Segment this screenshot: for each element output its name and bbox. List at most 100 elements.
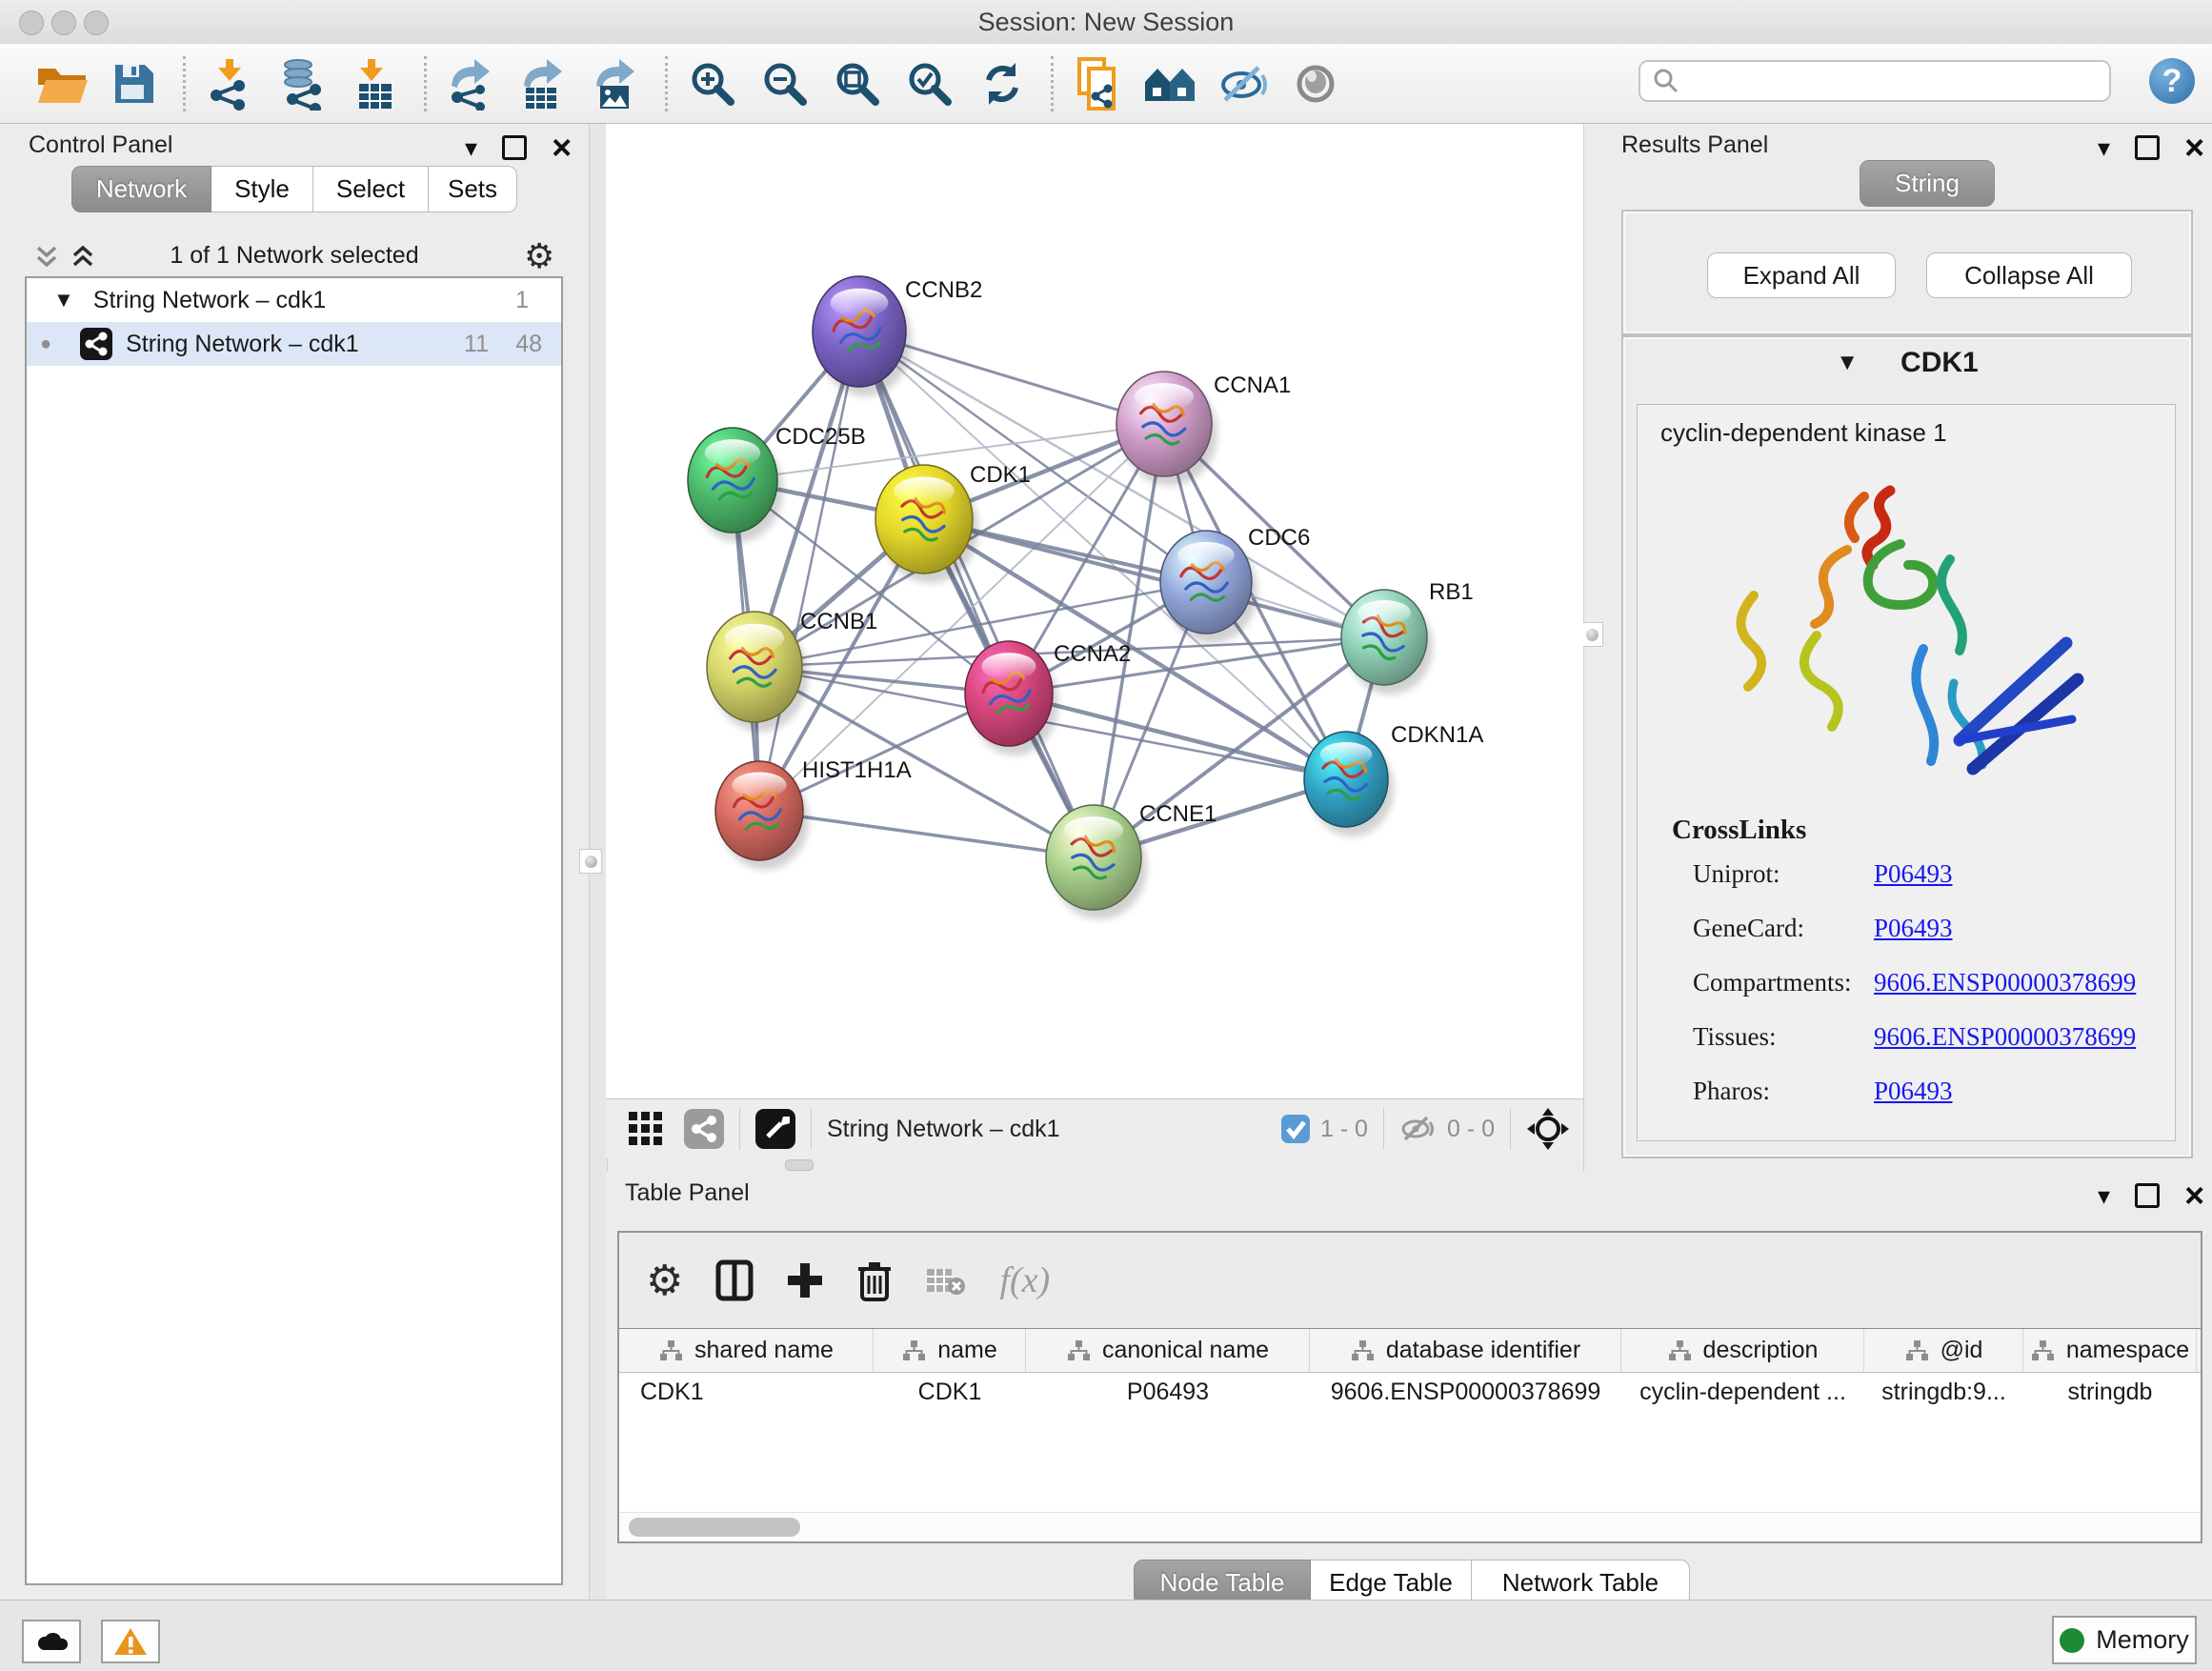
results-panel-close-icon[interactable]: ×: [2184, 138, 2204, 157]
zoom-selected-icon[interactable]: [900, 53, 959, 114]
add-column-icon[interactable]: [786, 1261, 824, 1299]
network-canvas[interactable]: CCNB2CCNA1CDC25BCDK1CDC6RB1CCNB1CCNA2CDK…: [606, 124, 1583, 1098]
gene-description: cyclin-dependent kinase 1: [1660, 418, 1947, 448]
birdseye-view-icon[interactable]: [755, 1109, 795, 1149]
crosslink-link[interactable]: P06493: [1874, 1077, 1953, 1106]
network-grid-view-icon[interactable]: [627, 1110, 665, 1148]
network-node-RB1[interactable]: [1341, 590, 1433, 695]
table-horizontal-scrollbar[interactable]: [619, 1512, 2201, 1541]
export-network-icon[interactable]: [442, 53, 501, 114]
table-settings-gear-icon[interactable]: ⚙: [646, 1257, 683, 1305]
expand-all-button[interactable]: Expand All: [1707, 252, 1896, 298]
network-share-view-icon[interactable]: [684, 1109, 724, 1149]
network-node-CCNB1[interactable]: [707, 612, 808, 732]
scrollbar-thumb[interactable]: [629, 1518, 800, 1537]
warning-status-button[interactable]: [101, 1620, 160, 1663]
import-network-file-icon[interactable]: [201, 53, 260, 114]
crosslink-row: GeneCard:P06493: [1693, 914, 2175, 943]
cell--id[interactable]: stringdb:9...: [1864, 1371, 2023, 1414]
fit-selected-crosshair-icon[interactable]: [1526, 1107, 1570, 1151]
control-panel-maximize-icon[interactable]: [502, 135, 527, 160]
results-panel-float-icon[interactable]: ▾: [2098, 138, 2110, 157]
show-results-eye-icon[interactable]: [1286, 53, 1345, 114]
gene-collapse-icon[interactable]: ▼: [1836, 350, 1859, 376]
show-columns-icon[interactable]: [715, 1259, 754, 1301]
hide-results-eye-icon[interactable]: [1214, 53, 1273, 114]
gene-name: CDK1: [1900, 347, 1979, 379]
node-label-CCNA2: CCNA2: [1054, 641, 1131, 667]
crosslink-link[interactable]: 9606.ENSP00000378699: [1874, 968, 2136, 997]
table-panel: Table Panel ▾ × ⚙ f(x) shared namenameca…: [606, 1172, 2212, 1600]
tab-select[interactable]: Select: [313, 166, 429, 212]
table-row[interactable]: CDK1CDK1P064939606.ENSP00000378699cyclin…: [619, 1371, 2201, 1414]
network-node-CDK1[interactable]: [875, 465, 978, 583]
network-options-gear-icon[interactable]: ⚙: [524, 236, 554, 276]
cell-canonical-name[interactable]: P06493: [1026, 1371, 1310, 1414]
cell-shared-name[interactable]: CDK1: [619, 1371, 874, 1414]
zoom-out-icon[interactable]: [755, 53, 814, 114]
network-node-CCNA2[interactable]: [965, 641, 1058, 755]
crosslink-link[interactable]: P06493: [1874, 859, 1953, 889]
network-collection-row[interactable]: ▼ String Network – cdk1 1: [27, 278, 561, 322]
open-session-icon[interactable]: [32, 53, 91, 114]
column-header-label: @id: [1941, 1337, 1983, 1364]
import-network-database-icon[interactable]: [273, 53, 332, 114]
network-edge-count: 48: [515, 331, 542, 358]
help-icon[interactable]: ?: [2149, 58, 2195, 104]
delete-column-icon[interactable]: [856, 1259, 893, 1301]
refresh-icon[interactable]: [973, 53, 1032, 114]
tab-style[interactable]: Style: [211, 166, 313, 212]
results-panel-divider-handle[interactable]: [1580, 622, 1603, 647]
crosslink-link[interactable]: P06493: [1874, 914, 1953, 943]
table-panel-close-icon[interactable]: ×: [2184, 1186, 2204, 1205]
control-panel-close-icon[interactable]: ×: [552, 138, 572, 157]
results-panel-divider[interactable]: [1583, 124, 1612, 1172]
save-session-icon[interactable]: [105, 53, 164, 114]
network-node-CCNB2[interactable]: [813, 276, 912, 396]
crosslink-link[interactable]: 9606.ENSP00000378699: [1874, 1022, 2136, 1052]
network-node-CCNE1[interactable]: [1046, 805, 1147, 919]
table-panel-divider-handle[interactable]: [785, 1159, 814, 1171]
table-panel-float-icon[interactable]: ▾: [2098, 1186, 2110, 1205]
crosslink-row: Compartments:9606.ENSP00000378699: [1693, 968, 2175, 997]
string-home-icon[interactable]: [1141, 53, 1200, 114]
column-header-description[interactable]: description: [1621, 1329, 1864, 1372]
selected-checkbox-icon[interactable]: [1280, 1114, 1311, 1144]
cell-namespace[interactable]: stringdb: [2023, 1371, 2197, 1414]
collection-expand-icon[interactable]: ▼: [53, 288, 74, 312]
column-header-database-identifier[interactable]: database identifier: [1310, 1329, 1621, 1372]
tab-sets[interactable]: Sets: [429, 166, 517, 212]
node-label-CDK1: CDK1: [970, 462, 1031, 488]
network-node-CDC25B[interactable]: [688, 428, 783, 542]
results-panel-maximize-icon[interactable]: [2135, 135, 2160, 160]
tab-string[interactable]: String: [1860, 160, 1995, 207]
network-node-CCNA1[interactable]: [1116, 372, 1217, 486]
export-table-icon[interactable]: [514, 53, 573, 114]
network-node-CDC6[interactable]: [1160, 531, 1257, 643]
protein-structure-image: [1704, 462, 2104, 805]
export-image-icon[interactable]: [587, 53, 646, 114]
zoom-in-icon[interactable]: [683, 53, 742, 114]
control-panel-float-icon[interactable]: ▾: [465, 138, 477, 157]
cell-database-identifier[interactable]: 9606.ENSP00000378699: [1310, 1371, 1621, 1414]
memory-button[interactable]: Memory: [2052, 1616, 2197, 1664]
control-panel-divider-handle[interactable]: [579, 849, 602, 874]
column-header-namespace[interactable]: namespace: [2023, 1329, 2197, 1372]
table-panel-maximize-icon[interactable]: [2135, 1183, 2160, 1208]
collapse-all-button[interactable]: Collapse All: [1926, 252, 2132, 298]
zoom-fit-icon[interactable]: [828, 53, 887, 114]
column-header-shared-name[interactable]: shared name: [619, 1329, 874, 1372]
tab-network[interactable]: Network: [71, 166, 211, 212]
network-node-CDKN1A[interactable]: [1304, 732, 1394, 836]
network-row[interactable]: ● String Network – cdk1 11 48: [27, 322, 561, 366]
column-header--id[interactable]: @id: [1864, 1329, 2023, 1372]
table-toolbar: ⚙ f(x): [619, 1233, 2201, 1328]
import-table-file-icon[interactable]: [346, 53, 405, 114]
search-input[interactable]: [1639, 60, 2111, 102]
share-document-icon[interactable]: [1069, 53, 1128, 114]
cell-name[interactable]: CDK1: [874, 1371, 1026, 1414]
cell-description[interactable]: cyclin-dependent ...: [1621, 1371, 1864, 1414]
column-header-name[interactable]: name: [874, 1329, 1026, 1372]
column-header-canonical-name[interactable]: canonical name: [1026, 1329, 1310, 1372]
cloud-status-button[interactable]: [22, 1620, 81, 1663]
